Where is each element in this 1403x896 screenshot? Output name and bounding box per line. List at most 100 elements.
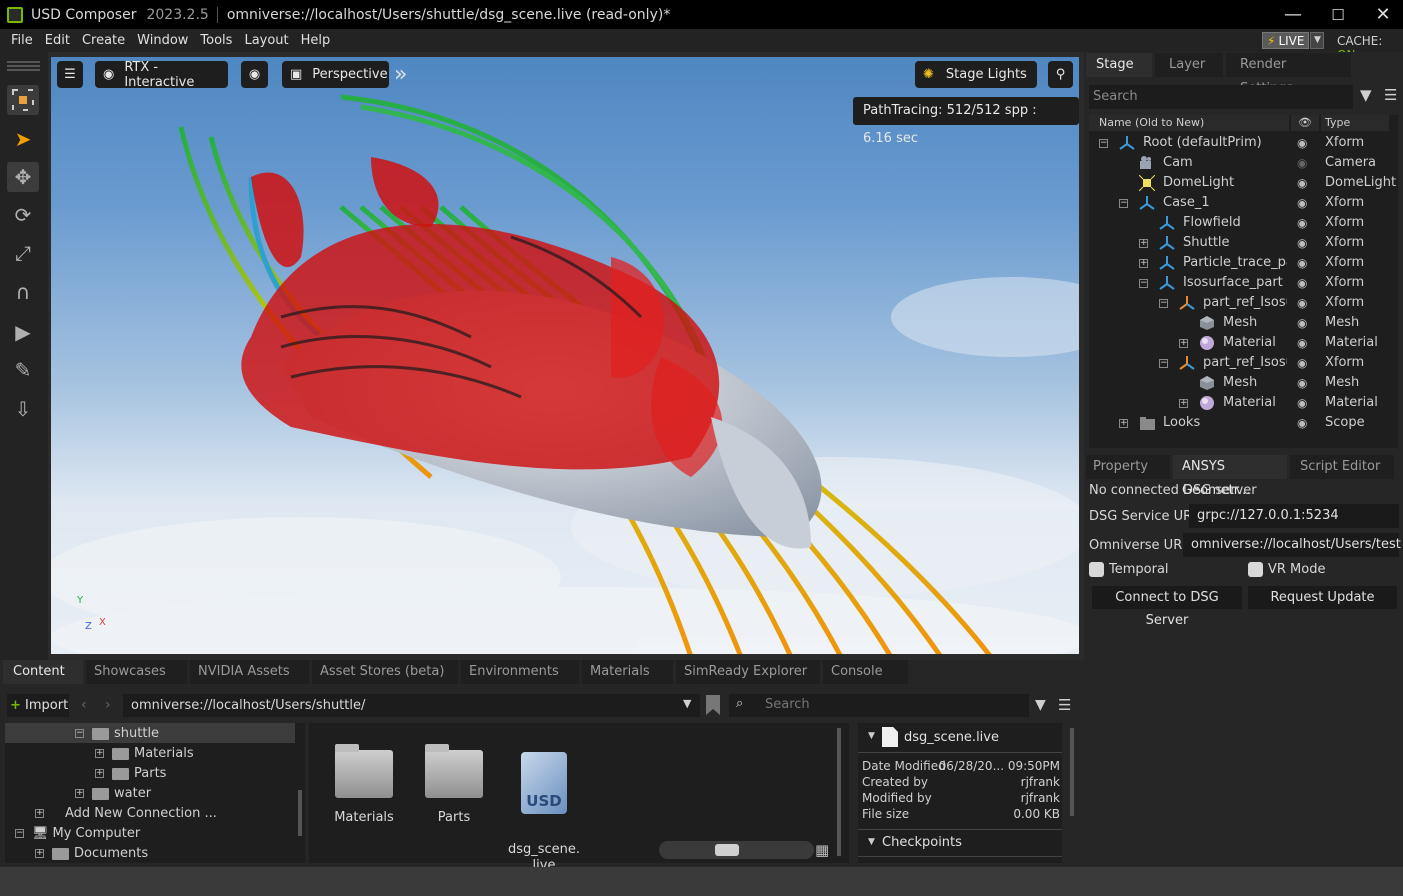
tab-simready-explorer[interactable]: SimReady Explorer <box>676 660 820 684</box>
column-name-header[interactable]: Name (Old to New) <box>1089 115 1289 131</box>
menu-window[interactable]: Window <box>132 33 193 48</box>
grid-scrollbar[interactable] <box>837 728 841 856</box>
menu-layout[interactable]: Layout <box>239 33 293 48</box>
expand-toggle[interactable]: − <box>1159 359 1168 368</box>
tab-asset-stores[interactable]: Asset Stores (beta) <box>312 660 458 684</box>
omniverse-uri-field[interactable]: omniverse://localhost/Users/test <box>1183 533 1401 557</box>
location-button[interactable]: ⚲ <box>1048 61 1073 88</box>
connect-dsg-button[interactable]: Connect to DSG Server <box>1092 586 1242 628</box>
tab-materials[interactable]: Materials <box>582 660 673 684</box>
visibility-toggle-icon[interactable]: ◉ <box>1297 413 1307 433</box>
stage-row[interactable]: + Shuttle ◉ Xform <box>1089 233 1398 253</box>
menu-edit[interactable]: Edit <box>40 33 75 48</box>
tab-script-editor[interactable]: Script Editor <box>1290 455 1394 479</box>
layout-tool-button[interactable]: ⇩ <box>7 394 39 424</box>
stage-row[interactable]: − Root (defaultPrim) ◉ Xform <box>1089 133 1398 153</box>
grid-item-materials[interactable]: Materials <box>324 744 404 825</box>
viewport-settings-button[interactable]: ☰ <box>57 61 83 88</box>
tree-item-materials[interactable]: + Materials <box>95 744 194 764</box>
stage-row[interactable]: − Case_1 ◉ Xform <box>1089 193 1398 213</box>
snap-tool-button[interactable]: ∩ <box>7 277 39 307</box>
stage-row[interactable]: − Isosurface_part ◉ Xform <box>1089 273 1398 293</box>
tab-nvidia-assets[interactable]: NVIDIA Assets <box>190 660 309 684</box>
content-search-input[interactable]: ⌕ Search <box>729 694 1029 717</box>
expand-toggle[interactable]: − <box>1099 139 1108 148</box>
menu-icon[interactable]: ☰ <box>1384 86 1397 104</box>
visibility-toggle-icon[interactable]: ◉ <box>1297 393 1307 413</box>
zoom-slider[interactable] <box>659 841 814 859</box>
zoom-slider-handle[interactable] <box>715 844 739 856</box>
tree-item-my-computer[interactable]: − 🖥 My Computer <box>15 824 140 844</box>
checkpoints-section[interactable]: ▼ Checkpoints <box>858 829 1062 857</box>
menu-create[interactable]: Create <box>77 33 130 48</box>
stage-search-input[interactable]: Search <box>1089 85 1353 109</box>
tree-item-documents[interactable]: + Documents <box>35 844 148 863</box>
visibility-toggle-icon[interactable]: ◉ <box>1297 133 1307 153</box>
tab-render-settings[interactable]: Render Settings <box>1226 53 1351 96</box>
visibility-toggle-icon[interactable]: ◉ <box>1297 273 1307 293</box>
tab-console[interactable]: Console <box>823 660 908 684</box>
grid-item-parts[interactable]: Parts <box>414 744 494 825</box>
rotate-tool-button[interactable]: ⟳ <box>7 200 39 230</box>
expand-toggle[interactable]: + <box>1179 339 1188 348</box>
temporal-checkbox[interactable] <box>1089 562 1104 577</box>
detail-scrollbar[interactable] <box>1070 728 1074 816</box>
column-visibility-header[interactable]: 👁 <box>1291 115 1319 131</box>
expand-toggle[interactable]: − <box>1119 199 1128 208</box>
content-filter-icon[interactable]: ▼ <box>1035 697 1046 713</box>
visibility-toggle-icon[interactable]: ◉ <box>1297 213 1307 233</box>
tree-item-add-connection[interactable]: + Add New Connection ... <box>35 804 217 824</box>
expand-toggle[interactable]: − <box>1139 279 1148 288</box>
expand-toggle[interactable]: + <box>1179 399 1188 408</box>
tab-environments[interactable]: Environments <box>461 660 579 684</box>
stage-lights-button[interactable]: ✺ Stage Lights <box>915 61 1037 88</box>
dsg-uri-field[interactable]: grpc://127.0.0.1:5234 <box>1189 504 1399 528</box>
tab-property[interactable]: Property <box>1086 455 1170 479</box>
expand-toggle[interactable]: + <box>1139 259 1148 268</box>
select-mode-button[interactable] <box>7 85 39 115</box>
visibility-toggle-icon[interactable]: ◉ <box>1297 153 1307 173</box>
tab-content[interactable]: Content <box>3 660 83 684</box>
visibility-toggle-icon[interactable]: ◉ <box>1297 173 1307 193</box>
stage-row[interactable]: + Material ◉ Material <box>1089 333 1398 353</box>
visibility-toggle-icon[interactable]: ◉ <box>1297 233 1307 253</box>
vr-mode-checkbox[interactable] <box>1248 562 1263 577</box>
tree-item-shuttle[interactable]: − shuttle <box>75 724 159 744</box>
detail-header[interactable]: ▼ dsg_scene.live <box>858 723 1062 753</box>
stage-row[interactable]: − part_ref_Isosurfa ◉ Xform <box>1089 293 1398 313</box>
path-dropdown-button[interactable]: ▼ <box>683 697 691 710</box>
request-update-button[interactable]: Request Update <box>1248 586 1397 609</box>
expand-toggle[interactable]: + <box>1119 419 1128 428</box>
close-button[interactable]: ✕ <box>1372 4 1394 26</box>
expand-toggle[interactable]: + <box>1139 239 1148 248</box>
tree-item-parts[interactable]: + Parts <box>95 764 166 784</box>
visibility-toggle-icon[interactable]: ◉ <box>1297 353 1307 373</box>
tree-scrollbar[interactable] <box>298 790 302 836</box>
stage-row[interactable]: DomeLight ◉ DomeLight <box>1089 173 1398 193</box>
visibility-toggle-icon[interactable]: ◉ <box>1297 253 1307 273</box>
tab-ansys-geometry[interactable]: ANSYS Geometr... <box>1173 455 1287 498</box>
camera-button[interactable]: ▣ Perspective <box>282 61 389 88</box>
live-dropdown[interactable]: ▼ <box>1310 32 1325 49</box>
grid-view-icon[interactable]: ▦ <box>815 841 829 859</box>
menu-tools[interactable]: Tools <box>195 33 237 48</box>
stage-row[interactable]: Mesh ◉ Mesh <box>1089 313 1398 333</box>
grid-item-dsg-scene[interactable]: USD dsg_scene. live <box>504 736 584 874</box>
visibility-toggle-icon[interactable]: ◉ <box>1297 193 1307 213</box>
forward-button[interactable]: › <box>105 697 111 713</box>
stage-row[interactable]: Flowfield ◉ Xform <box>1089 213 1398 233</box>
filter-icon[interactable]: ▼ <box>1360 86 1372 104</box>
stage-row[interactable]: + Material ◉ Material <box>1089 393 1398 413</box>
visibility-toggle-icon[interactable]: ◉ <box>1297 333 1307 353</box>
menu-help[interactable]: Help <box>296 33 336 48</box>
visibility-toggle-icon[interactable]: ◉ <box>1297 373 1307 393</box>
visibility-toggle-icon[interactable]: ◉ <box>1297 313 1307 333</box>
viewport[interactable]: ☰ ◉ RTX - Interactive ◉ ▣ Perspective » ✺ S… <box>51 57 1079 654</box>
tab-layer[interactable]: Layer <box>1155 53 1223 77</box>
content-menu-icon[interactable]: ☰ <box>1058 696 1071 714</box>
paint-tool-button[interactable]: ✎ <box>7 355 39 385</box>
stage-row[interactable]: + Looks ◉ Scope <box>1089 413 1398 433</box>
expand-toolbar-button[interactable]: » <box>394 61 407 88</box>
minimize-button[interactable]: — <box>1282 4 1304 26</box>
stage-row[interactable]: Cam ◉ Camera <box>1089 153 1398 173</box>
